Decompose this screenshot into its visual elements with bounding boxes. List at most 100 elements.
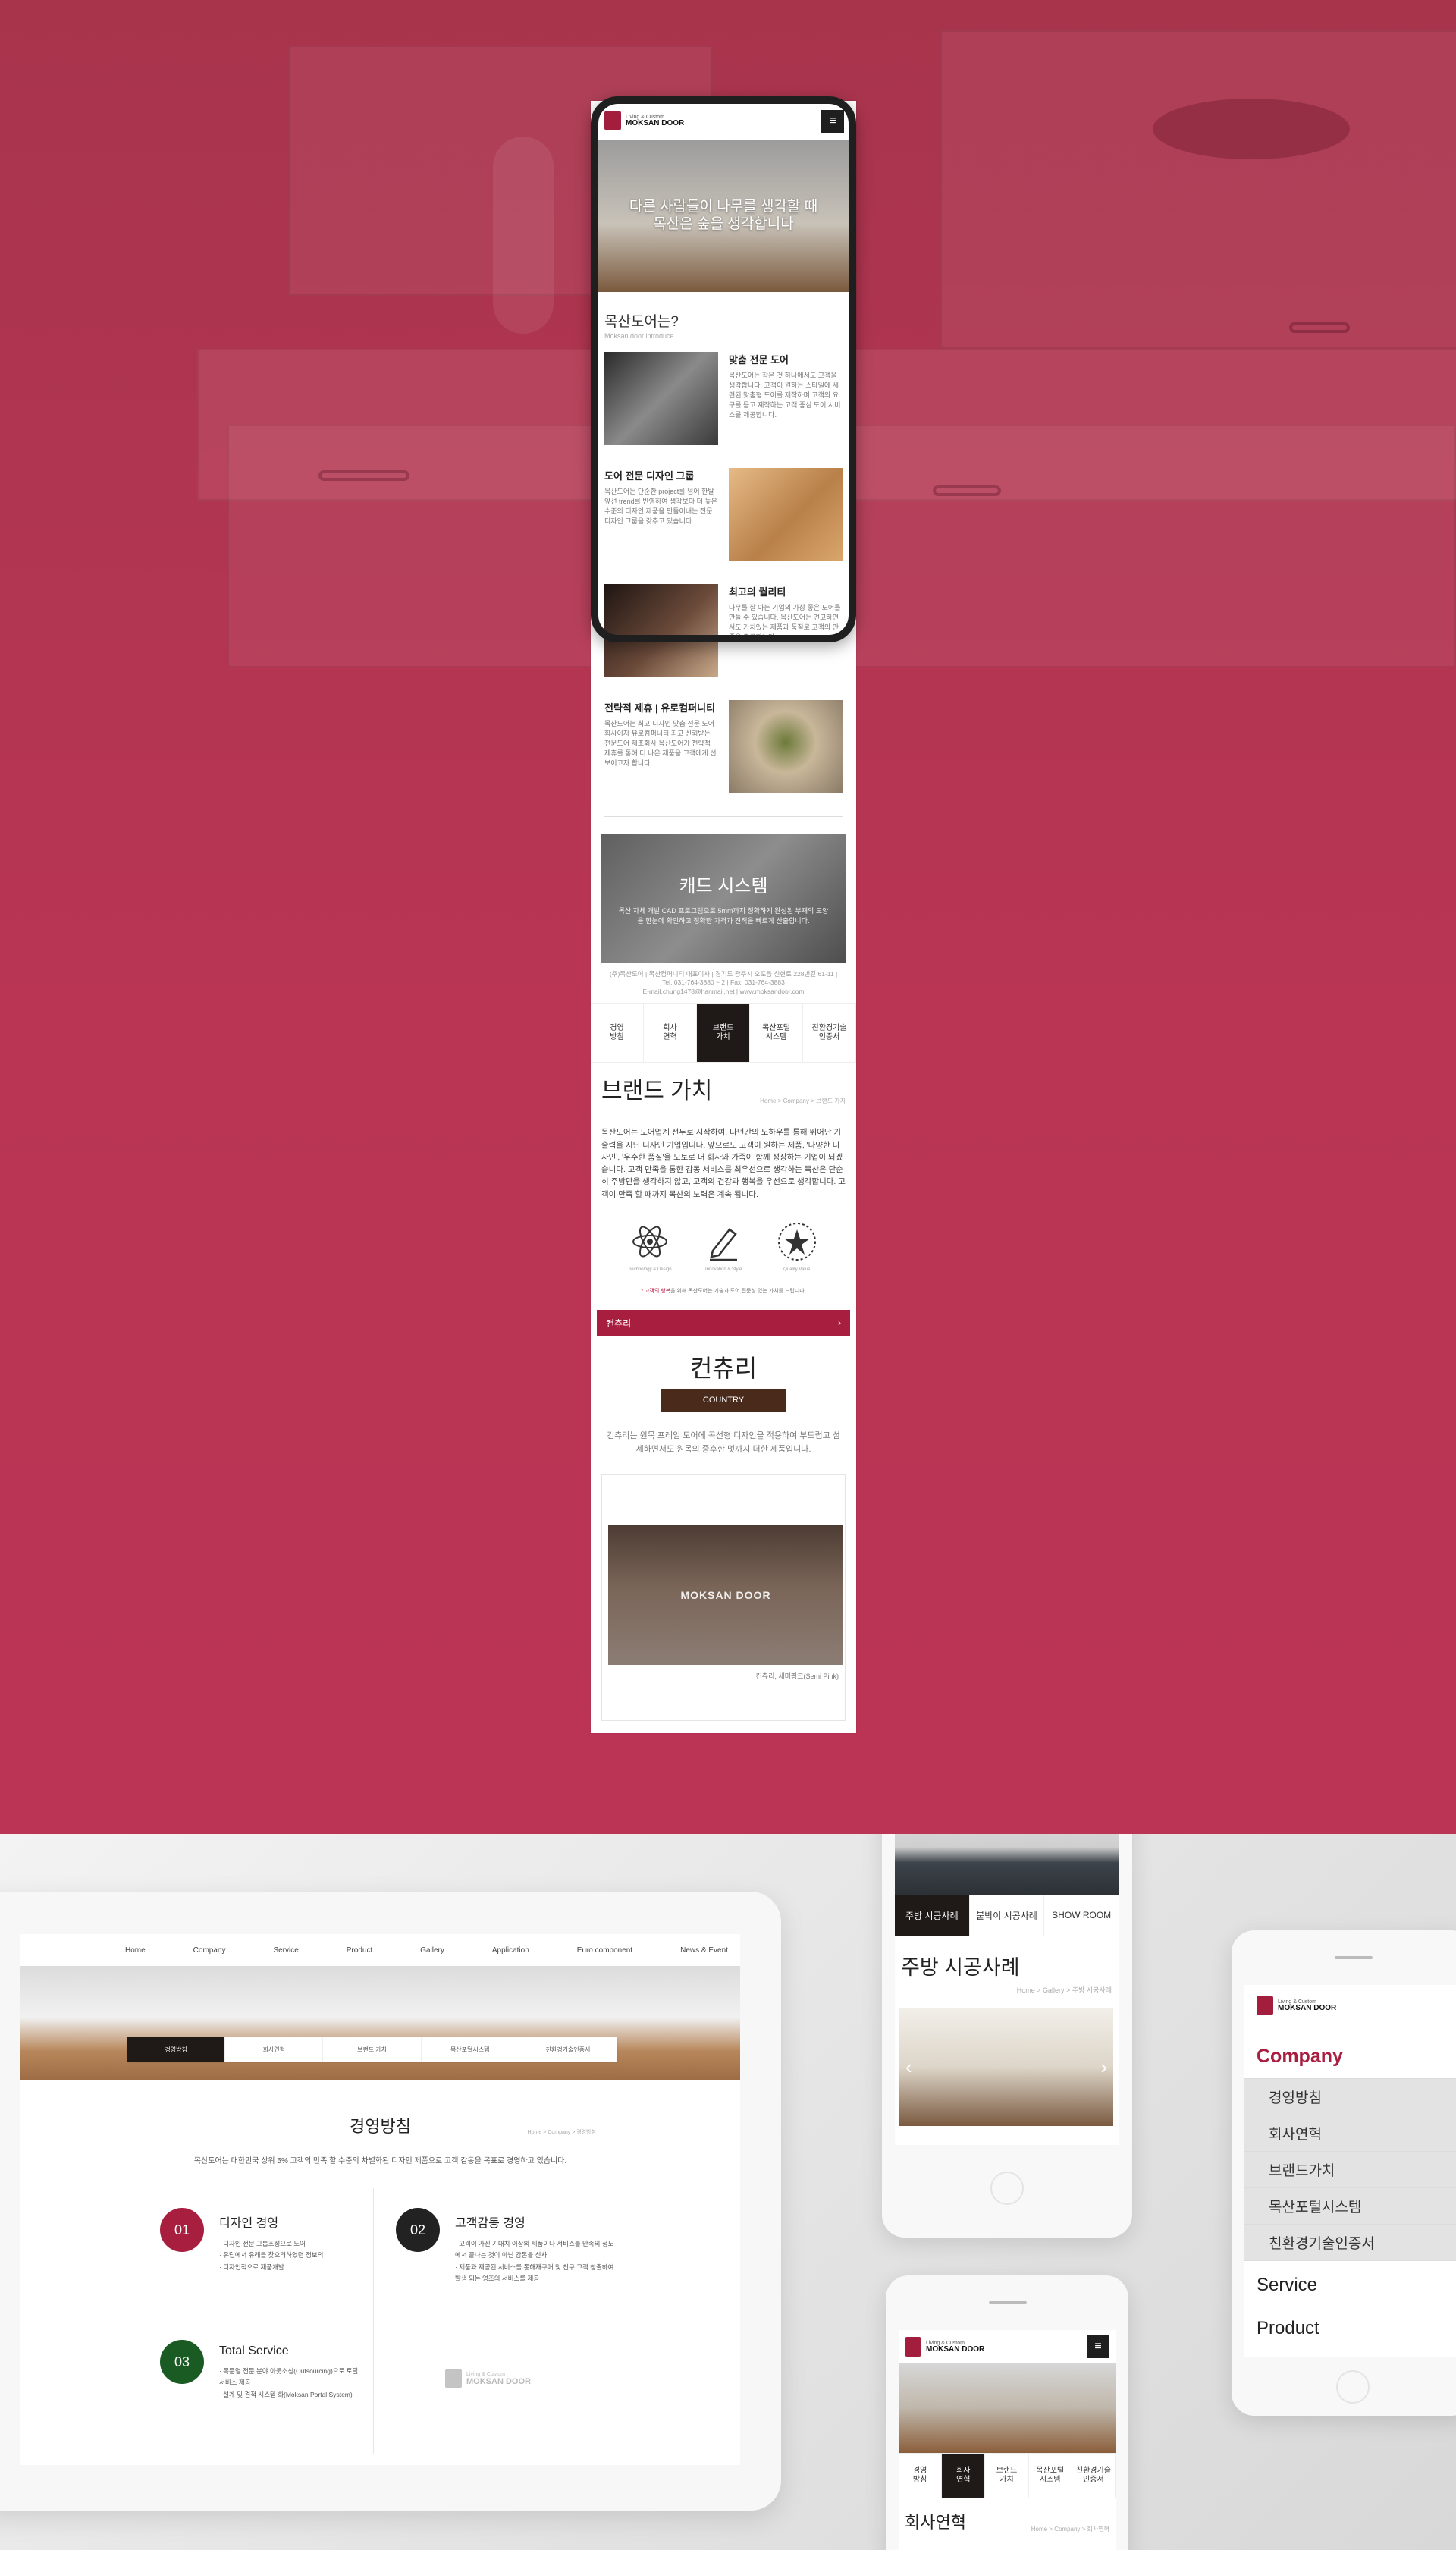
tab-kitchen-cases[interactable]: 주방 시공사례 [895,1895,970,1936]
policy-line: 에서 끝나는 것이 아닌 감동을 선사 [455,2251,548,2260]
subnav-portal-system[interactable]: 목산포털시스템 [422,2037,519,2062]
gallery-slide[interactable]: ‹ › [899,2008,1113,2126]
hamburger-menu-icon[interactable]: ≡ [1087,2335,1109,2358]
tab-management[interactable]: 경영 방침 [591,1004,644,1063]
icon-caption: Technology & Design [629,1267,672,1272]
menu-item-brand-value[interactable]: 브랜드가치 [1244,2152,1456,2188]
breadcrumb: Home > Company > 경영방침 [527,2130,596,2135]
tab-certificates[interactable]: 친환경기술 인증서 [803,1004,856,1063]
nav-news-event[interactable]: News & Event [680,1946,728,1955]
device-showcase: Home Company Service Product Gallery App… [0,1834,1456,2550]
feature-desc: 목산도어는 최고 디자인 맞춤 전문 도어 회사이자 유로컴퍼니티 최고 신뢰받… [604,720,717,768]
divider [604,816,843,817]
nav-euro-component[interactable]: Euro component [577,1946,632,1955]
nav-company[interactable]: Company [193,1946,226,1955]
subnav-certificates[interactable]: 친환경기술인증서 [519,2037,618,2062]
policy-line: 서비스 제공 [219,2379,251,2387]
intro-subtitle: Moksan door introduce [604,332,674,340]
footer-contact: E-mail.chung1478@hanmail.net | www.moksa… [642,987,805,995]
feature-item: 맞춤 전문 도어 목산도어는 작은 것 하나에서도 고객을 생각합니다. 고객이… [591,352,856,445]
note-suffix: 를 드립니다. [778,1289,806,1294]
intro-title: 목산도어는? [604,314,679,330]
feature-item: 전략적 제휴 | 유로컴퍼니티 목산도어는 최고 디자인 맞춤 전문 도어 회사… [591,700,856,793]
country-badge: COUNTRY [661,1389,786,1412]
nav-application[interactable]: Application [492,1946,529,1955]
feature-photo [604,352,718,445]
tablet-screen: Home Company Service Product Gallery App… [20,1934,740,2465]
tablet-nav: Home Company Service Product Gallery App… [20,1934,740,1966]
logo[interactable]: Living & Custom MOKSAN DOOR [626,115,684,127]
drawer-handle [933,485,1001,496]
footer-info: (주)목산도어 | 목산컴퍼니티 대표이사 | 경기도 광주시 오포읍 신현로 … [591,963,856,1003]
logo-icon [1257,1996,1273,2015]
country-accordion-bar[interactable]: 컨츄리 › [597,1310,850,1336]
right-cabinet-shape [940,30,1456,349]
cad-system-banner[interactable]: 캐드 시스템 목산 자체 개발 CAD 프로그램으로 5mm까지 정확하게 완성… [601,834,846,963]
tab-brand-value[interactable]: 브랜드 가치 [985,2454,1029,2498]
breadcrumb: Home > Company > 브랜드 가치 [760,1098,846,1105]
tab-builtin-cases[interactable]: 붙박이 시공사례 [970,1895,1045,1936]
policy-line: · 제품과 제공된 서비스를 통해재구매 및 친구 고객 창출하여 [455,2263,614,2271]
phone-speaker [989,2301,1027,2304]
feature-title: 최고의 퀄리티 [729,586,786,598]
menu-item-history[interactable]: 회사연혁 [1244,2115,1456,2152]
nav-home[interactable]: Home [125,1946,146,1955]
menu-section-service[interactable]: Service [1244,2261,1456,2310]
company-tabs: 경영 방침 회사 연혁 브랜드 가치 목산포털 시스템 친환경기술 인증서 [899,2453,1116,2498]
feature-desc: 목산도어는 단순한 project를 넘어 한발 앞선 trend를 반영하여 … [604,488,717,526]
tab-management[interactable]: 경영 방침 [899,2454,943,2498]
note-highlight: * 고객의 행복 [641,1289,671,1294]
policy-line: · 디자인적으로 재품개발 [219,2263,284,2271]
page-title: 주방 시공사례 [901,1956,1020,1979]
subnav-history[interactable]: 회사연혁 [225,2037,324,2062]
policy-item: 02 고객감동 경영 · 고객이 가진 기대치 이상의 제품이나 서비스를 만족… [396,2208,613,2285]
country-title: 컨츄리 [689,1355,758,1382]
tablet-subnav: 경영방침 회사연혁 브랜드 가치 목산포털시스템 친환경기술인증서 [127,2037,618,2062]
subnav-brand-value[interactable]: 브랜드 가치 [323,2037,422,2062]
tab-brand-value[interactable]: 브랜드 가치 [697,1004,750,1063]
tab-showroom[interactable]: SHOW ROOM [1044,1895,1119,1936]
brand-icon-cell: Technology & Design [629,1220,672,1272]
tab-history[interactable]: 회사 연혁 [942,2454,986,2498]
cad-title: 캐드 시스템 [679,875,768,897]
logo-tagline: Living & Custom [466,2371,505,2377]
menu-item-management[interactable]: 경영방침 [1244,2079,1456,2115]
feature-photo [604,584,718,677]
nav-gallery[interactable]: Gallery [420,1946,444,1955]
bowl-shape [1153,99,1350,159]
policy-title: 고객감동 경영 [455,2217,526,2230]
menu-logo[interactable]: Living & Custom MOKSAN DOOR [1244,1985,1456,2026]
next-arrow-icon[interactable]: › [1100,2055,1107,2079]
menu-section-product[interactable]: Product [1244,2310,1456,2347]
vase-shape [493,137,554,334]
policy-line: · 유럽에서 유래를 찾으러하였던 정보의 [219,2251,324,2260]
hamburger-menu-icon[interactable]: ≡ [821,110,844,133]
country-product-card[interactable]: MOKSAN DOOR 컨츄리, 세미핑크(Semi Pink) [601,1474,846,1722]
mobile-header: Living & Custom MOKSAN DOOR ≡ [899,2330,1116,2363]
kitchen-photo [895,1834,1119,1895]
drawer-handle [1289,322,1350,333]
subnav-management[interactable]: 경영방침 [127,2037,226,2062]
tab-history[interactable]: 회사 연혁 [644,1004,697,1063]
feature-photo [729,468,843,561]
policy-title: Total Service [219,2344,289,2357]
page-title: 경영방침 [350,2117,411,2136]
nav-product[interactable]: Product [347,1946,372,1955]
tab-certificates[interactable]: 친환경기술 인증서 [1072,2454,1116,2498]
feature-item: 최고의 퀄리티 나무를 잘 아는 기업의 가장 좋은 도어를 만들 수 있습니다… [591,584,856,677]
nav-service[interactable]: Service [273,1946,298,1955]
chevron-right-icon: › [838,1317,841,1328]
logo-name: MOKSAN DOOR [1278,2003,1337,2012]
menu-section-company[interactable]: Company [1244,2026,1456,2079]
tab-portal-system[interactable]: 목산포털 시스템 [1029,2454,1072,2498]
feature-photo [729,700,843,793]
policy-number: 01 [160,2208,204,2252]
mobile-preview-screen: Living & Custom MOKSAN DOOR ≡ 다른 사람들이 나무… [591,101,856,1733]
menu-item-certificates[interactable]: 친환경기술인증서 [1244,2225,1456,2261]
tab-portal-system[interactable]: 목산포털 시스템 [750,1004,803,1063]
tablet-hero-banner [20,1966,740,2080]
logo[interactable]: Living & Custom MOKSAN DOOR [926,2341,984,2354]
prev-arrow-icon[interactable]: ‹ [905,2055,912,2079]
menu-item-portal-system[interactable]: 목산포털시스템 [1244,2188,1456,2225]
page-title: 회사연혁 [905,2513,966,2532]
